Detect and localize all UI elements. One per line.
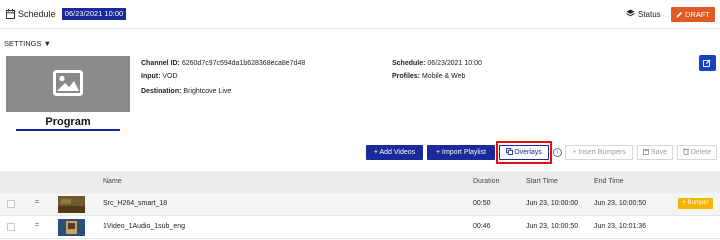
row-duration: 00:50 — [473, 200, 491, 207]
destination-label: Destination: — [141, 88, 182, 95]
bumper-badge[interactable]: + Bumper — [678, 198, 713, 209]
add-videos-button[interactable]: + Add Videos — [366, 145, 423, 160]
save-button[interactable]: Save — [637, 145, 673, 160]
draft-label: DRAFT — [685, 10, 710, 19]
image-placeholder-icon — [53, 70, 83, 96]
edit-icon — [703, 59, 711, 67]
schedule-date-chip[interactable]: 06/23/2021 10:00 — [62, 8, 126, 20]
status-control[interactable]: Status — [626, 9, 661, 19]
row-end-time: Jun 23, 10:00:50 — [594, 200, 647, 207]
channel-id-value: 6260d7c97c594da1b628368eca8e7d48 — [181, 60, 306, 67]
profiles-value: Mobile & Web — [421, 73, 466, 80]
input-label: Input: — [141, 73, 161, 80]
program-tab[interactable]: Program — [16, 116, 120, 128]
program-thumbnail — [6, 56, 130, 112]
channel-id-info: Channel ID: 6260d7c97c594da1b628368eca8e… — [141, 60, 305, 67]
table-header: Name Duration Start Time End Time — [0, 171, 720, 193]
calendar-icon — [6, 9, 15, 19]
channel-id-label: Channel ID: — [141, 60, 180, 67]
settings-toggle[interactable]: SETTINGS ▼ — [4, 39, 51, 48]
row-duration: 00:46 — [473, 223, 491, 230]
table-row[interactable]: = Src_H264_smart_18 00:50 Jun 23, 10:00:… — [0, 193, 720, 216]
row-name: Src_H264_smart_18 — [103, 200, 168, 207]
destination-info: Destination: Brightcove Live — [141, 88, 231, 95]
drag-handle-icon[interactable]: = — [35, 199, 39, 206]
video-thumbnail — [58, 219, 85, 236]
edit-channel-button[interactable] — [699, 55, 716, 71]
program-tab-underline — [16, 129, 120, 131]
delete-button[interactable]: Delete — [677, 145, 717, 160]
column-end-time[interactable]: End Time — [594, 178, 624, 185]
trash-icon — [682, 148, 689, 156]
save-icon — [643, 149, 649, 155]
save-label: Save — [651, 149, 667, 156]
draft-button[interactable]: DRAFT — [671, 7, 715, 22]
input-info: Input: VOD — [141, 73, 178, 80]
drag-handle-icon[interactable]: = — [35, 222, 39, 229]
insert-bumpers-button[interactable]: + Insert Bumpers — [565, 145, 633, 160]
page-title: Schedule — [18, 9, 56, 19]
column-name[interactable]: Name — [103, 178, 122, 185]
import-playlist-button[interactable]: + Import Playlist — [427, 145, 495, 160]
column-duration[interactable]: Duration — [473, 178, 499, 185]
profiles-label: Profiles: — [392, 73, 421, 80]
input-value: VOD — [162, 73, 178, 80]
overlays-highlight-box — [496, 141, 552, 164]
video-thumbnail — [58, 196, 85, 213]
schedule-label: Schedule: — [392, 60, 426, 67]
table-row[interactable]: = 1Video_1Audio_1sub_eng 00:46 Jun 23, 1… — [0, 216, 720, 239]
row-checkbox[interactable] — [7, 223, 15, 231]
info-icon[interactable]: i — [553, 148, 562, 157]
pencil-icon — [676, 12, 682, 18]
layers-icon — [626, 9, 635, 17]
row-start-time: Jun 23, 10:00:00 — [526, 200, 579, 207]
top-bar: Schedule 06/23/2021 10:00 Status DRAFT — [0, 0, 720, 29]
column-start-time[interactable]: Start Time — [526, 178, 558, 185]
schedule-info: Schedule: 06/23/2021 10:00 — [392, 60, 482, 67]
delete-label: Delete — [690, 149, 712, 156]
row-end-time: Jun 23, 10:01:36 — [594, 223, 647, 230]
schedule-value: 06/23/2021 10:00 — [427, 60, 482, 67]
row-start-time: Jun 23, 10:00:50 — [526, 223, 579, 230]
row-checkbox[interactable] — [7, 200, 15, 208]
status-label: Status — [638, 10, 661, 19]
profiles-info: Profiles: Mobile & Web — [392, 73, 465, 80]
row-name: 1Video_1Audio_1sub_eng — [103, 223, 186, 230]
destination-value: Brightcove Live — [183, 88, 232, 95]
